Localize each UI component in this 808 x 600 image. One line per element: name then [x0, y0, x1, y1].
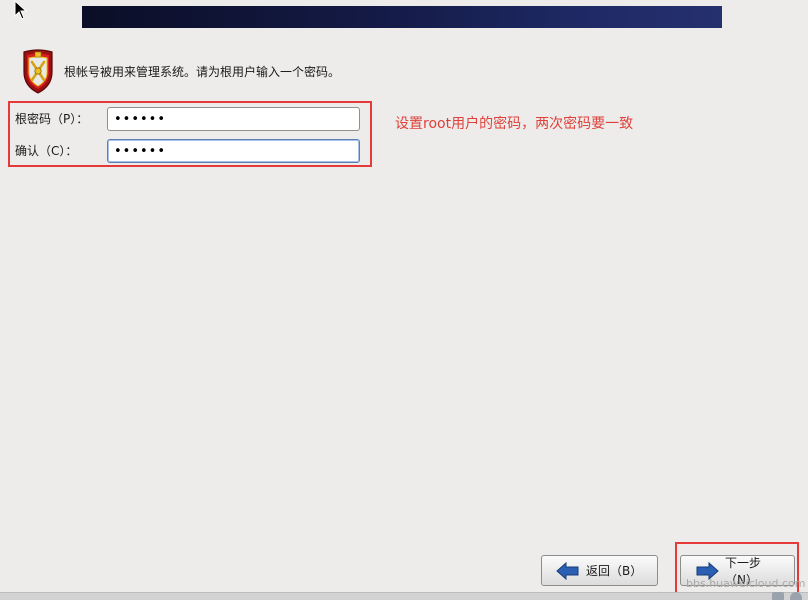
confirm-password-label: 确认（C）：: [15, 144, 78, 158]
back-button-label: 返回（B）: [586, 564, 643, 578]
tray-network-icon: [790, 592, 802, 600]
mouse-cursor-icon: [14, 0, 28, 20]
header-banner: [82, 6, 722, 28]
tray-monitor-icon: [772, 592, 784, 600]
confirm-password-input[interactable]: [107, 139, 360, 163]
intro-text: 根帐号被用来管理系统。请为根用户输入一个密码。: [64, 65, 341, 79]
shield-icon: [23, 49, 53, 94]
root-password-label: 根密码（P）：: [15, 112, 89, 126]
status-bar: [0, 592, 808, 600]
root-password-input[interactable]: [107, 107, 360, 131]
back-button[interactable]: 返回（B）: [541, 555, 658, 586]
installer-screen: 根帐号被用来管理系统。请为根用户输入一个密码。 根密码（P）： 确认（C）： 设…: [0, 0, 808, 600]
arrow-left-icon: [556, 561, 579, 580]
annotation-text: 设置root用户的密码，两次密码要一致: [395, 116, 634, 132]
watermark-text: bbs.huaweicloud.com: [686, 577, 806, 590]
